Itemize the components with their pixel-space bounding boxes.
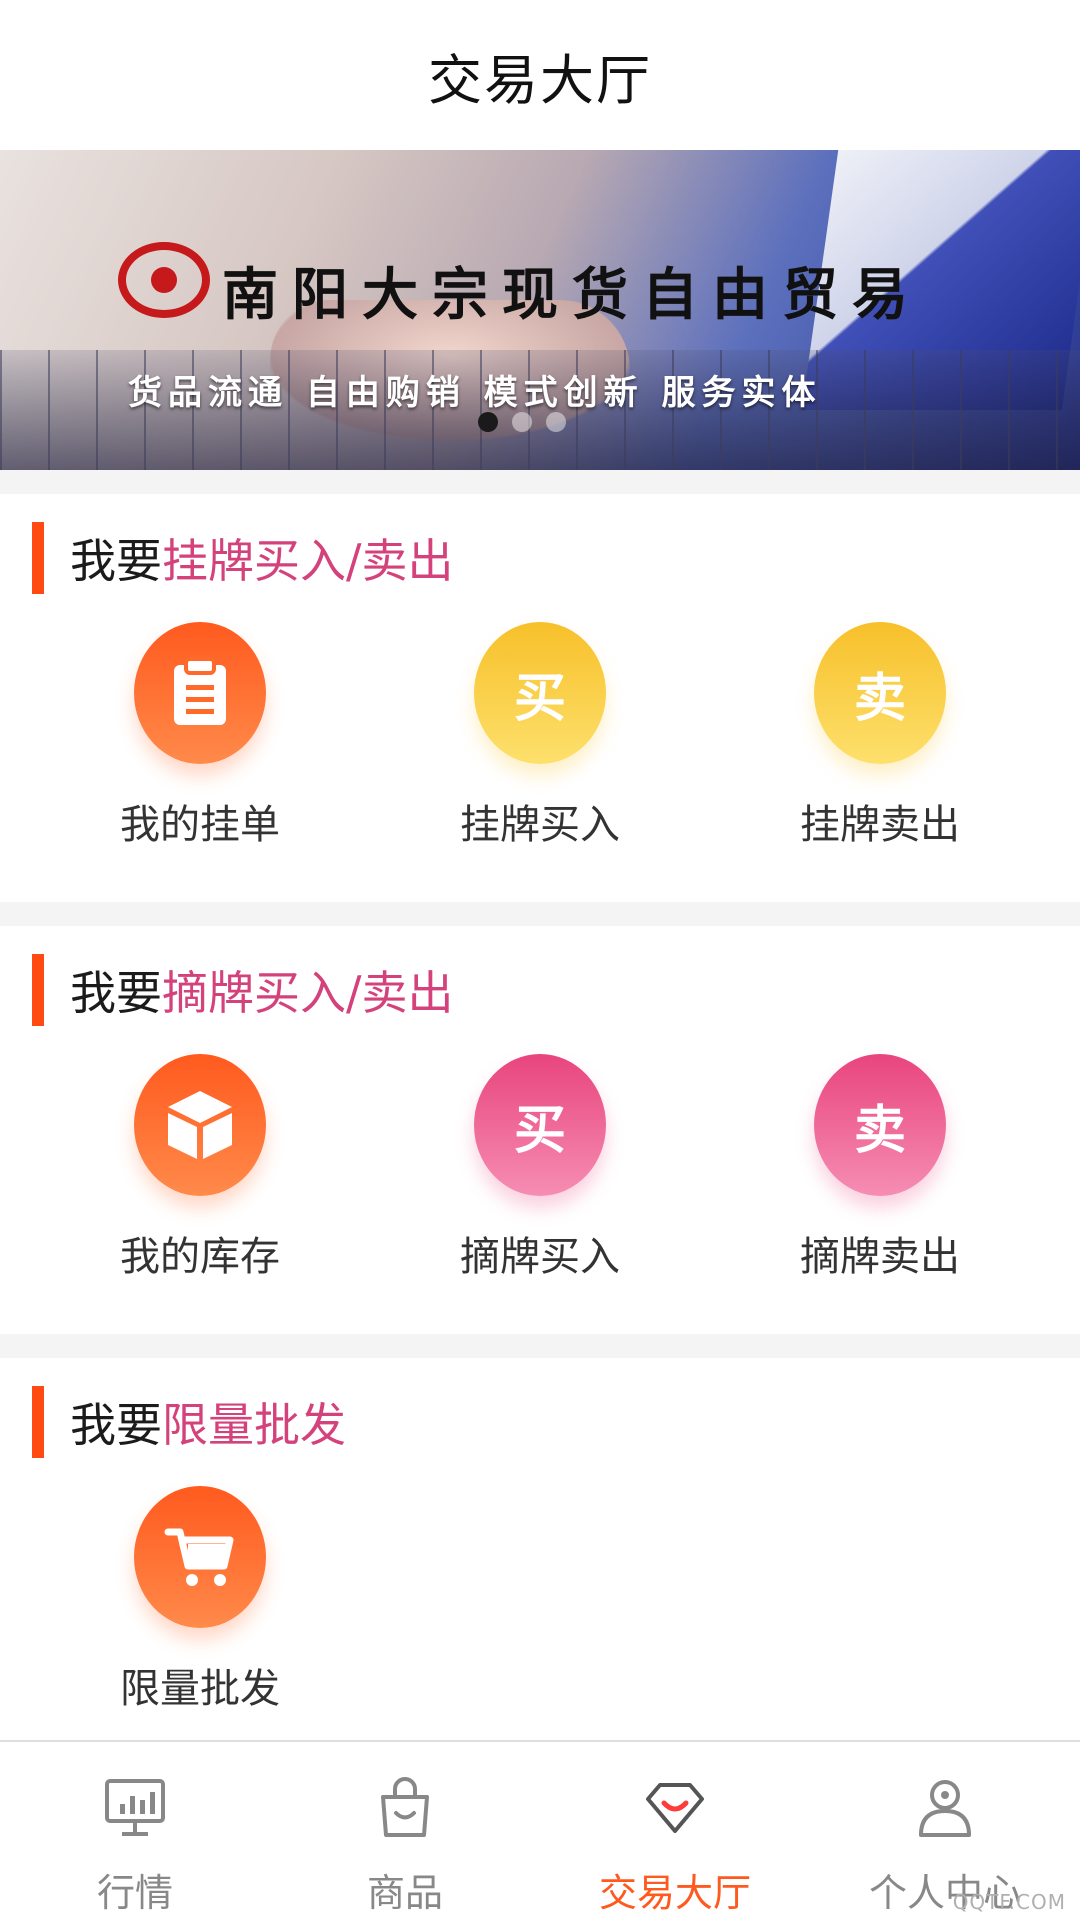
section-listing-trade: 我要挂牌买入/卖出 我的挂单 买 挂牌买入 卖 挂牌卖出 [0, 494, 1080, 902]
page-title: 交易大厅 [428, 48, 652, 112]
tab-label: 交易大厅 [598, 1871, 751, 1915]
section-header: 我要摘牌买入/卖出 [0, 950, 454, 1030]
carousel-dot-active[interactable] [478, 412, 498, 432]
delisting-buy-button[interactable]: 买 摘牌买入 [410, 1054, 670, 1282]
section-accent-bar [32, 522, 44, 594]
section-title-highlight: 挂牌买入/卖出 [162, 534, 454, 588]
listing-buy-button[interactable]: 买 挂牌买入 [410, 622, 670, 850]
delisting-sell-button[interactable]: 卖 摘牌卖出 [750, 1054, 1010, 1282]
section-divider [0, 902, 1080, 926]
sell-char-icon: 卖 [853, 1100, 906, 1161]
section-title-prefix: 我要 [70, 1398, 162, 1452]
icon-label: 挂牌卖出 [800, 802, 960, 848]
tab-products[interactable]: 商品 [270, 1742, 540, 1922]
section-title-prefix: 我要 [70, 534, 162, 588]
app-header: 交易大厅 [0, 0, 1080, 150]
cube-icon [168, 1091, 232, 1159]
listing-sell-button[interactable]: 卖 挂牌卖出 [750, 622, 1010, 850]
sell-char-icon: 卖 [853, 668, 906, 729]
carousel-indicator [478, 412, 566, 432]
diamond-smile-icon [646, 1783, 704, 1833]
icon-label: 摘牌买入 [460, 1234, 620, 1280]
section-title-highlight: 限量批发 [162, 1398, 346, 1452]
tab-label: 商品 [366, 1871, 443, 1915]
clipboard-icon [174, 657, 226, 725]
bottom-tab-bar: 行情 商品 交易大厅 个人中心 QQTF.COM [0, 1740, 1080, 1922]
section-title-prefix: 我要 [70, 966, 162, 1020]
section-divider [0, 1334, 1080, 1358]
section-accent-bar [32, 1386, 44, 1458]
company-logo-icon [118, 242, 210, 318]
section-divider [0, 470, 1080, 494]
icon-label: 挂牌买入 [460, 802, 620, 848]
icon-label: 摘牌卖出 [800, 1234, 960, 1280]
icon-label: 我的库存 [120, 1234, 280, 1280]
limited-wholesale-button[interactable]: 限量批发 [70, 1486, 330, 1714]
icon-label: 限量批发 [120, 1666, 280, 1712]
carousel-dot[interactable] [546, 412, 566, 432]
icon-label: 我的挂单 [120, 802, 280, 848]
section-delisting-trade: 我要摘牌买入/卖出 我的库存 买 摘牌买入 卖 摘牌卖出 [0, 926, 1080, 1334]
banner-slogan: 货品流通 自由购销 模式创新 服务实体 [128, 373, 822, 413]
tab-label: 行情 [96, 1871, 173, 1915]
carousel-dot[interactable] [512, 412, 532, 432]
cart-icon [164, 1528, 234, 1586]
tab-market[interactable]: 行情 [0, 1742, 270, 1922]
monitor-chart-icon [105, 1779, 165, 1836]
user-icon [919, 1780, 971, 1837]
tab-trading-hall[interactable]: 交易大厅 [540, 1742, 810, 1922]
section-header: 我要限量批发 [0, 1382, 346, 1462]
my-listings-button[interactable]: 我的挂单 [70, 622, 330, 850]
buy-char-icon: 买 [513, 1100, 566, 1161]
shopping-bag-icon [381, 1777, 429, 1837]
buy-char-icon: 买 [513, 668, 566, 729]
section-title-highlight: 摘牌买入/卖出 [162, 966, 454, 1020]
promo-banner[interactable]: 南阳大宗现货自由贸易 货品流通 自由购销 模式创新 服务实体 [0, 150, 1080, 470]
my-inventory-button[interactable]: 我的库存 [70, 1054, 330, 1282]
banner-title: 南阳大宗现货自由贸易 [222, 262, 922, 328]
section-wholesale: 我要限量批发 限量批发 [0, 1358, 1080, 1738]
section-accent-bar [32, 954, 44, 1026]
section-header: 我要挂牌买入/卖出 [0, 518, 454, 598]
watermark: QQTF.COM [952, 1890, 1066, 1914]
